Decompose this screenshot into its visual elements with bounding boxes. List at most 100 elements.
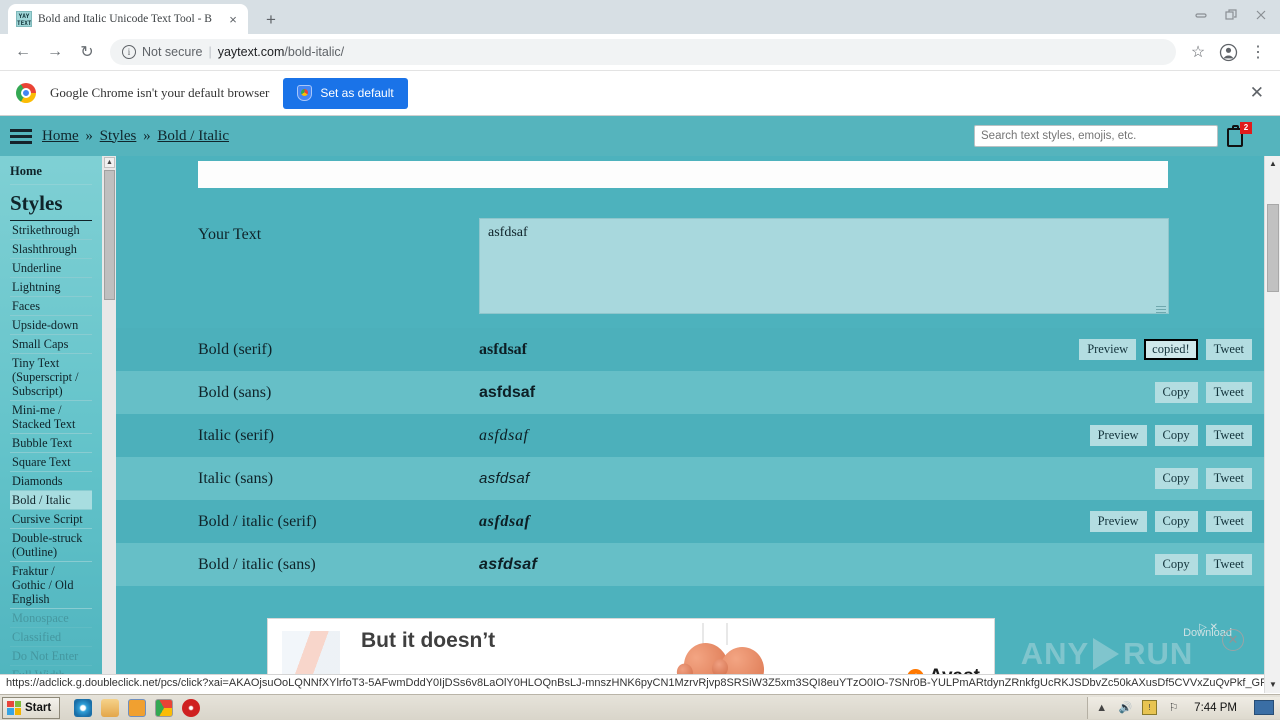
- tab-strip: YAY TEXT Bold and Italic Unicode Text To…: [0, 0, 1280, 34]
- browser-toolbar: ← → ↻ i Not secure | yaytext.com/bold-it…: [0, 34, 1280, 70]
- style-row-label: Italic (sans): [198, 469, 274, 487]
- forward-icon[interactable]: →: [40, 37, 70, 67]
- page-scroll-thumb[interactable]: [1267, 204, 1279, 292]
- sidebar-item-double-struck-outline[interactable]: Double-struck (Outline): [10, 529, 92, 562]
- sidebar-scrollbar[interactable]: ▲: [102, 156, 116, 693]
- bookmark-star-icon[interactable]: ☆: [1184, 38, 1212, 66]
- sidebar-item-cursive-script[interactable]: Cursive Script: [10, 510, 92, 529]
- default-browser-infobar: Google Chrome isn't your default browser…: [0, 70, 1280, 116]
- copy-button[interactable]: Copy: [1154, 382, 1198, 403]
- system-tray: ▲ 🔊 ! ⚐ 7:44 PM: [1087, 696, 1280, 719]
- start-button[interactable]: Start: [2, 696, 61, 719]
- sidebar-item-bubble-text[interactable]: Bubble Text: [10, 434, 92, 453]
- preview-button[interactable]: Preview: [1089, 425, 1147, 446]
- copy-button[interactable]: copied!: [1144, 339, 1198, 360]
- show-desktop-icon[interactable]: [1254, 700, 1274, 715]
- tweet-button[interactable]: Tweet: [1205, 511, 1252, 532]
- sidebar-item-fraktur-gothic-old-english[interactable]: Fraktur / Gothic / Old English: [10, 562, 92, 609]
- copy-button[interactable]: Copy: [1154, 468, 1198, 489]
- back-icon[interactable]: ←: [8, 37, 38, 67]
- volume-icon[interactable]: 🔊: [1118, 700, 1133, 715]
- style-row-label: Bold / italic (serif): [198, 512, 317, 530]
- restore-icon[interactable]: [1216, 2, 1246, 28]
- tweet-button[interactable]: Tweet: [1205, 468, 1252, 489]
- copy-button[interactable]: Copy: [1154, 554, 1198, 575]
- style-row-sample: asfdsaf: [479, 340, 528, 358]
- scroll-down-icon[interactable]: ▼: [1265, 677, 1280, 693]
- tweet-button[interactable]: Tweet: [1205, 339, 1252, 360]
- media-player-icon[interactable]: [128, 698, 147, 717]
- copy-button[interactable]: Copy: [1154, 511, 1198, 532]
- sidebar-item-square-text[interactable]: Square Text: [10, 453, 92, 472]
- infobar-close-icon[interactable]: ✕: [1250, 83, 1264, 103]
- sidebar-item-faces[interactable]: Faces: [10, 297, 92, 316]
- taskbar-clock[interactable]: 7:44 PM: [1190, 702, 1241, 714]
- menu-icon[interactable]: ⋮: [1244, 38, 1272, 66]
- sidebar-scroll-thumb[interactable]: [104, 170, 115, 300]
- copy-button[interactable]: Copy: [1154, 425, 1198, 446]
- breadcrumb-separator: »: [85, 127, 93, 144]
- sidebar-section-title: Styles: [10, 185, 92, 221]
- textarea-resize-grip[interactable]: [1156, 304, 1166, 314]
- set-as-default-button[interactable]: Set as default: [283, 77, 408, 109]
- chrome-icon[interactable]: [155, 698, 174, 717]
- reload-icon[interactable]: ↻: [72, 37, 102, 67]
- close-icon[interactable]: [1246, 2, 1276, 28]
- internet-explorer-icon[interactable]: [74, 698, 93, 717]
- sidebar-item-lightning[interactable]: Lightning: [10, 278, 92, 297]
- address-bar[interactable]: i Not secure | yaytext.com/bold-italic/: [110, 39, 1176, 65]
- breadcrumb-item-bold-italic[interactable]: Bold / Italic: [157, 128, 229, 144]
- breadcrumb-item-styles[interactable]: Styles: [100, 128, 137, 144]
- search-input[interactable]: [974, 125, 1218, 147]
- sidebar-item-small-caps[interactable]: Small Caps: [10, 335, 92, 354]
- clipboard-badge: 2: [1240, 122, 1252, 134]
- browser-tab[interactable]: YAY TEXT Bold and Italic Unicode Text To…: [8, 4, 248, 34]
- shutdown-icon[interactable]: [182, 698, 201, 717]
- tweet-button[interactable]: Tweet: [1205, 554, 1252, 575]
- style-rows: Bold (serif) asfdsaf Preview copied! Tweet Bo…: [116, 328, 1280, 586]
- tweet-button[interactable]: Tweet: [1205, 382, 1252, 403]
- sidebar-item-strikethrough[interactable]: Strikethrough: [10, 221, 92, 240]
- profile-icon[interactable]: [1214, 38, 1242, 66]
- sidebar-item-underline[interactable]: Underline: [10, 259, 92, 278]
- url-domain: yaytext.com: [217, 45, 285, 59]
- sidebar-item-classified[interactable]: Classified: [10, 628, 92, 647]
- new-tab-button[interactable]: +: [258, 8, 284, 32]
- ad-close-icon[interactable]: ✕: [1222, 629, 1244, 651]
- network-warning-icon[interactable]: !: [1142, 700, 1158, 715]
- flag-icon[interactable]: ⚐: [1166, 700, 1181, 715]
- sidebar-item-home[interactable]: Home: [10, 164, 92, 185]
- windows-flag-icon: [7, 700, 21, 715]
- style-row-actions: Copy Tweet: [1154, 382, 1252, 403]
- sidebar-scroll-up-icon[interactable]: ▲: [104, 157, 115, 168]
- sidebar-item-diamonds[interactable]: Diamonds: [10, 472, 92, 491]
- preview-button[interactable]: Preview: [1089, 511, 1147, 532]
- sidebar-item-do-not-enter[interactable]: Do Not Enter: [10, 647, 92, 666]
- sidebar-item-monospace[interactable]: Monospace: [10, 609, 92, 628]
- sidebar-item-bold-italic[interactable]: Bold / Italic: [10, 491, 92, 510]
- style-row-sample: asfdsaf: [479, 470, 530, 487]
- style-row: Italic (sans) asfdsaf Copy Tweet: [116, 457, 1280, 500]
- style-row: Bold (serif) asfdsaf Preview copied! Tweet: [116, 328, 1280, 371]
- breadcrumb-item-home[interactable]: Home: [42, 128, 79, 144]
- minimize-icon[interactable]: [1186, 2, 1216, 28]
- clipboard-icon[interactable]: 2: [1226, 122, 1252, 148]
- tab-close-icon[interactable]: ×: [226, 12, 240, 27]
- sidebar-item-upside-down[interactable]: Upside-down: [10, 316, 92, 335]
- sidebar-item-slashthrough[interactable]: Slashthrough: [10, 240, 92, 259]
- hamburger-icon[interactable]: [10, 126, 32, 147]
- style-row-actions: Preview copied! Tweet: [1079, 339, 1252, 360]
- preview-button[interactable]: Preview: [1079, 339, 1137, 360]
- folder-icon[interactable]: [101, 698, 120, 717]
- tweet-button[interactable]: Tweet: [1205, 425, 1252, 446]
- page-viewport: Home » Styles » Bold / Italic 2: [0, 116, 1280, 693]
- scroll-up-icon[interactable]: ▲: [1265, 156, 1280, 172]
- your-text-input[interactable]: [479, 218, 1169, 314]
- sidebar-item-tiny-text-superscript-subscript[interactable]: Tiny Text (Superscript / Subscript): [10, 354, 92, 401]
- page-scrollbar[interactable]: ▲ ▼: [1264, 156, 1280, 693]
- set-as-default-label: Set as default: [320, 86, 394, 100]
- sidebar-item-mini-me-stacked-text[interactable]: Mini-me / Stacked Text: [10, 401, 92, 434]
- style-row: Italic (serif) asfdsaf Preview Copy Tweet: [116, 414, 1280, 457]
- start-label: Start: [25, 701, 52, 714]
- chevron-up-icon[interactable]: ▲: [1094, 700, 1109, 715]
